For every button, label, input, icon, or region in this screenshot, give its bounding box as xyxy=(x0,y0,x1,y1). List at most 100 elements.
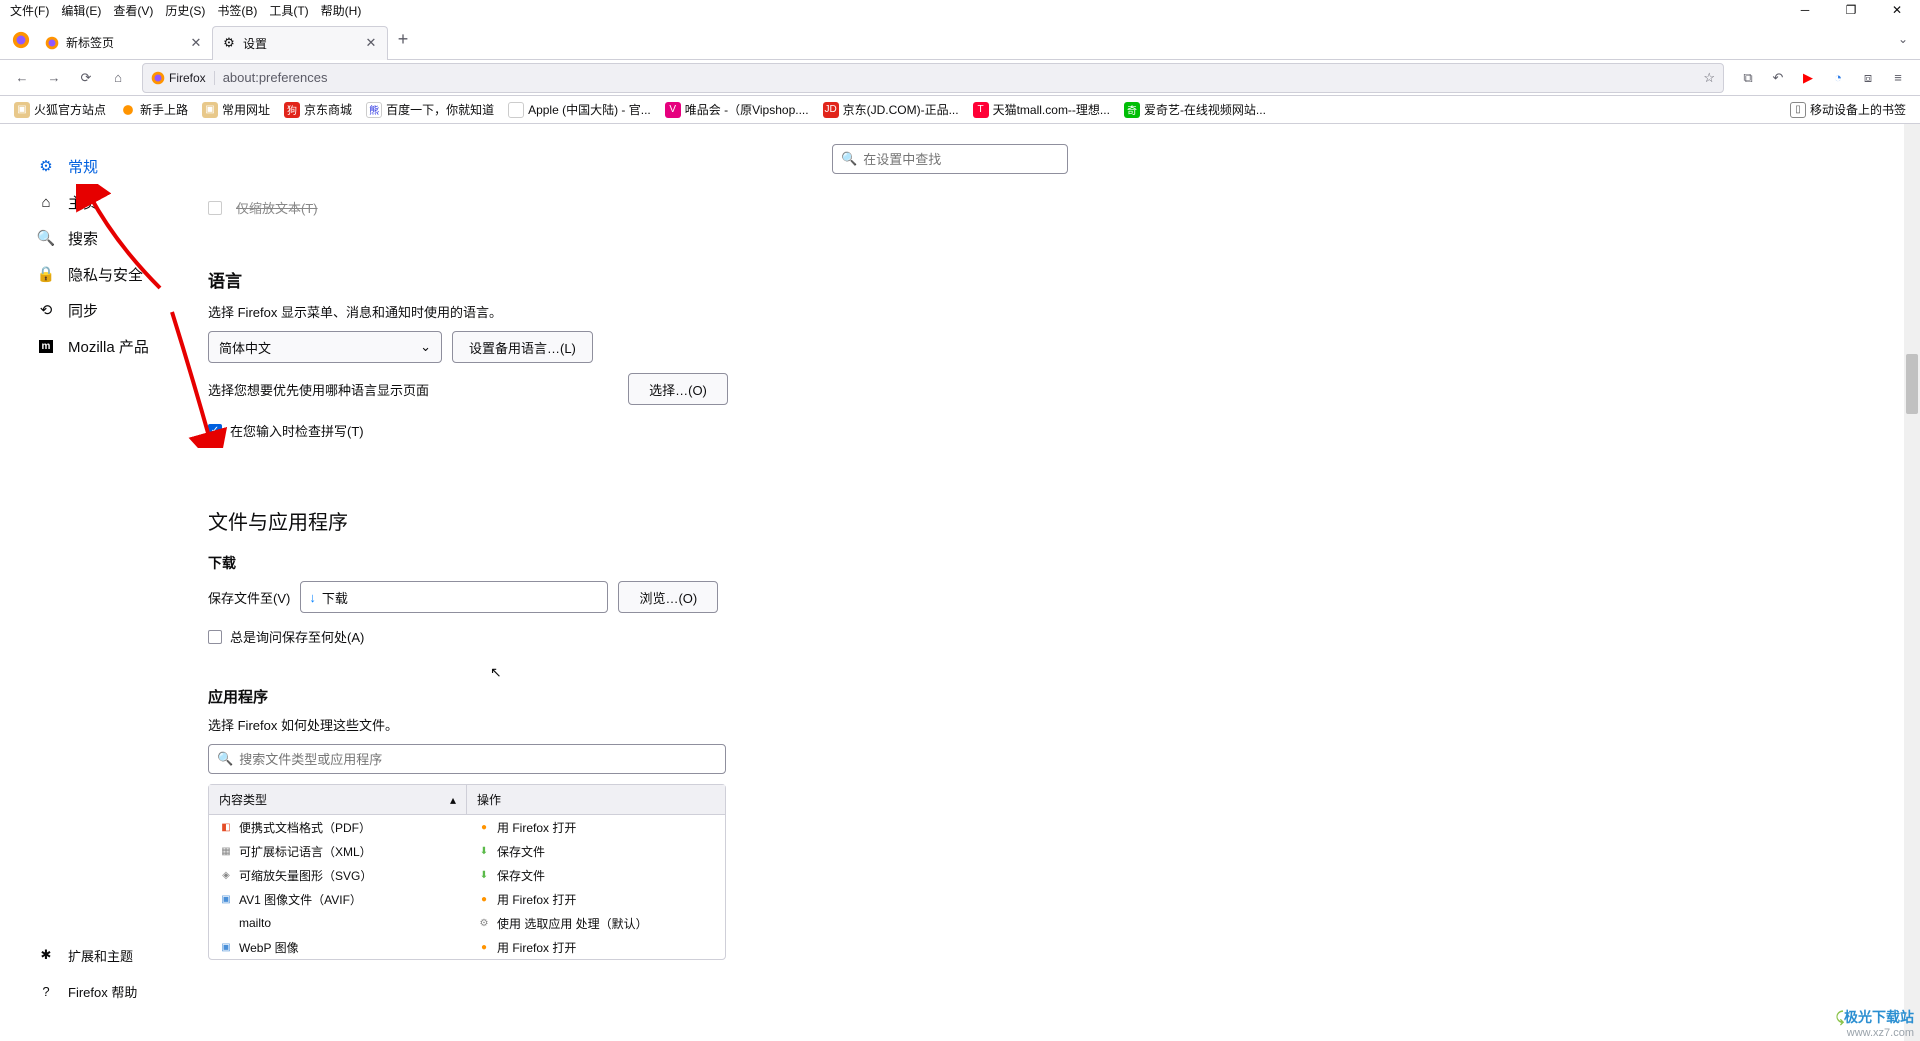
maximize-button[interactable]: ❐ xyxy=(1828,0,1874,20)
always-ask-checkbox[interactable] xyxy=(208,630,222,644)
menu-file[interactable]: 文件(F) xyxy=(4,0,55,21)
sidebar-item-help[interactable]: ?Firefox 帮助 xyxy=(36,973,200,1009)
mozilla-icon: m xyxy=(36,336,56,356)
applications-search-input[interactable] xyxy=(239,752,717,767)
firefox-icon xyxy=(44,35,60,51)
sidebar-item-search[interactable]: 🔍 搜索 xyxy=(36,220,200,256)
settings-search[interactable]: 🔍 xyxy=(832,144,1068,174)
applications-search[interactable]: 🔍 xyxy=(208,744,726,774)
content-type: 可扩展标记语言（XML） xyxy=(239,843,372,860)
table-row[interactable]: ◧便携式文档格式（PDF）●用 Firefox 打开 xyxy=(209,815,725,839)
settings-search-input[interactable] xyxy=(863,152,1059,167)
forward-button[interactable]: → xyxy=(40,64,68,92)
firefox-menu-button[interactable] xyxy=(6,25,36,55)
sidebar-item-label: 搜索 xyxy=(68,228,98,249)
menu-edit[interactable]: 编辑(E) xyxy=(55,0,107,21)
menu-bookmarks[interactable]: 书签(B) xyxy=(211,0,263,21)
scrollbar-thumb[interactable] xyxy=(1906,354,1918,414)
gear-icon: ⚙ xyxy=(36,156,56,176)
menu-history[interactable]: 历史(S) xyxy=(159,0,211,21)
choose-button[interactable]: 选择…(O) xyxy=(628,373,728,405)
content-type: WebP 图像 xyxy=(239,939,299,956)
bookmark-item[interactable]: ▣火狐官方站点 xyxy=(8,99,112,120)
iqiyi-icon: 奇 xyxy=(1124,102,1140,118)
settings-pane: 🔍 仅缩放文本(T) 语言 选择 Firefox 显示菜单、消息和通知时使用的语… xyxy=(200,124,1920,1041)
download-icon: ↓ xyxy=(309,590,316,605)
filetype-icon: ▦ xyxy=(219,844,233,858)
watermark: ⤹极光下载站 www.xz7.com xyxy=(1836,1007,1914,1039)
col-action-header[interactable]: 操作 xyxy=(467,785,725,814)
action-text: 用 Firefox 打开 xyxy=(497,819,576,836)
bookmark-item[interactable]: JD京东(JD.COM)-正品... xyxy=(817,99,965,120)
lock-icon: 🔒 xyxy=(36,264,56,284)
bookmark-item[interactable]: 新手上路 xyxy=(114,99,194,120)
help-icon: ? xyxy=(36,981,56,1001)
sidebar-item-label: 主页 xyxy=(68,192,98,213)
table-row[interactable]: ▣WebP 图像●用 Firefox 打开 xyxy=(209,935,725,959)
scrollbar[interactable] xyxy=(1904,124,1920,1041)
menu-tools[interactable]: 工具(T) xyxy=(263,0,314,21)
search-icon: 🔍 xyxy=(841,151,857,167)
bookmark-item[interactable]: T天猫tmall.com--理想... xyxy=(967,99,1116,120)
reload-button[interactable]: ⟳ xyxy=(72,64,100,92)
language-select[interactable]: 简体中文 ⌄ xyxy=(208,331,442,363)
close-icon[interactable]: ✕ xyxy=(363,35,379,51)
mobile-icon: ▯ xyxy=(1790,102,1806,118)
screenshot-icon[interactable]: ⧉ xyxy=(1734,64,1762,92)
sidebar-item-home[interactable]: ⌂主页 xyxy=(36,184,200,220)
browse-button[interactable]: 浏览…(O) xyxy=(618,581,718,613)
tabs-dropdown-icon[interactable]: ⌄ xyxy=(1898,32,1908,46)
checkbox[interactable] xyxy=(208,201,222,215)
sidebar-item-label: 隐私与安全 xyxy=(68,264,143,285)
hamburger-icon[interactable]: ≡ xyxy=(1884,64,1912,92)
side-icon[interactable]: ⧈ xyxy=(1854,64,1882,92)
undo-icon[interactable]: ↶ xyxy=(1764,64,1792,92)
sidebar-item-general[interactable]: ⚙常规 xyxy=(36,148,200,184)
bookmark-item[interactable]: 狗京东商城 xyxy=(278,99,358,120)
bookmark-mobile[interactable]: ▯移动设备上的书签 xyxy=(1784,99,1912,120)
tab-settings[interactable]: ⚙ 设置 ✕ xyxy=(212,26,388,60)
address-bar[interactable]: Firefox about:preferences ☆ xyxy=(142,63,1724,93)
bookmark-item[interactable]: Apple (中国大陆) - 官... xyxy=(502,99,657,120)
sidebar-item-mozilla[interactable]: m Mozilla 产品 xyxy=(36,328,200,364)
home-button[interactable]: ⌂ xyxy=(104,64,132,92)
extension-icon[interactable]: ◔ xyxy=(1824,64,1852,92)
sidebar-item-extensions[interactable]: ✱扩展和主题 xyxy=(36,937,200,973)
set-alternatives-button[interactable]: 设置备用语言…(L) xyxy=(452,331,593,363)
url-text: about:preferences xyxy=(223,70,328,85)
zoom-text-only-row: 仅缩放文本(T) xyxy=(208,198,928,217)
sidebar-item-label: Mozilla 产品 xyxy=(68,336,149,357)
new-tab-button[interactable]: + xyxy=(388,25,418,55)
spellcheck-checkbox[interactable]: ✓ xyxy=(208,424,222,438)
sidebar-item-privacy[interactable]: 🔒 隐私与安全 xyxy=(36,256,200,292)
folder-icon: ▣ xyxy=(14,102,30,118)
gear-icon: ⚙ xyxy=(221,35,237,51)
sync-icon: ⟲ xyxy=(36,300,56,320)
close-icon[interactable]: ✕ xyxy=(188,35,204,51)
download-path-field[interactable]: ↓ 下载 xyxy=(300,581,608,613)
sidebar-item-sync[interactable]: ⟲同步 xyxy=(36,292,200,328)
tab-newtab[interactable]: 新标签页 ✕ xyxy=(36,26,212,60)
bookmark-item[interactable]: ▣常用网址 xyxy=(196,99,276,120)
navbar: ← → ⟳ ⌂ Firefox about:preferences ☆ ⧉ ↶ … xyxy=(0,60,1920,96)
table-row[interactable]: mailto⚙使用 选取应用 处理（默认） xyxy=(209,911,725,935)
section-language-title: 语言 xyxy=(208,267,928,292)
youtube-icon[interactable]: ▶ xyxy=(1794,64,1822,92)
bookmark-item[interactable]: V唯品会 -（原Vipshop.... xyxy=(659,99,815,120)
bookmark-star-icon[interactable]: ☆ xyxy=(1703,70,1715,86)
bookmark-item[interactable]: 奇爱奇艺-在线视频网站... xyxy=(1118,99,1272,120)
table-row[interactable]: ▦可扩展标记语言（XML）⬇保存文件 xyxy=(209,839,725,863)
minimize-button[interactable]: ─ xyxy=(1782,0,1828,20)
menu-view[interactable]: 查看(V) xyxy=(107,0,159,21)
action-text: 用 Firefox 打开 xyxy=(497,891,576,908)
col-content-type-header[interactable]: 内容类型 ▴ xyxy=(209,785,467,814)
close-button[interactable]: ✕ xyxy=(1874,0,1920,20)
bookmark-item[interactable]: 熊百度一下，你就知道 xyxy=(360,99,500,120)
search-icon: 🔍 xyxy=(36,228,56,248)
table-row[interactable]: ▣AV1 图像文件（AVIF）●用 Firefox 打开 xyxy=(209,887,725,911)
back-button[interactable]: ← xyxy=(8,64,36,92)
puzzle-icon: ✱ xyxy=(36,945,56,965)
menu-help[interactable]: 帮助(H) xyxy=(315,0,368,21)
filetype-icon xyxy=(219,916,233,930)
table-row[interactable]: ◈可缩放矢量图形（SVG）⬇保存文件 xyxy=(209,863,725,887)
